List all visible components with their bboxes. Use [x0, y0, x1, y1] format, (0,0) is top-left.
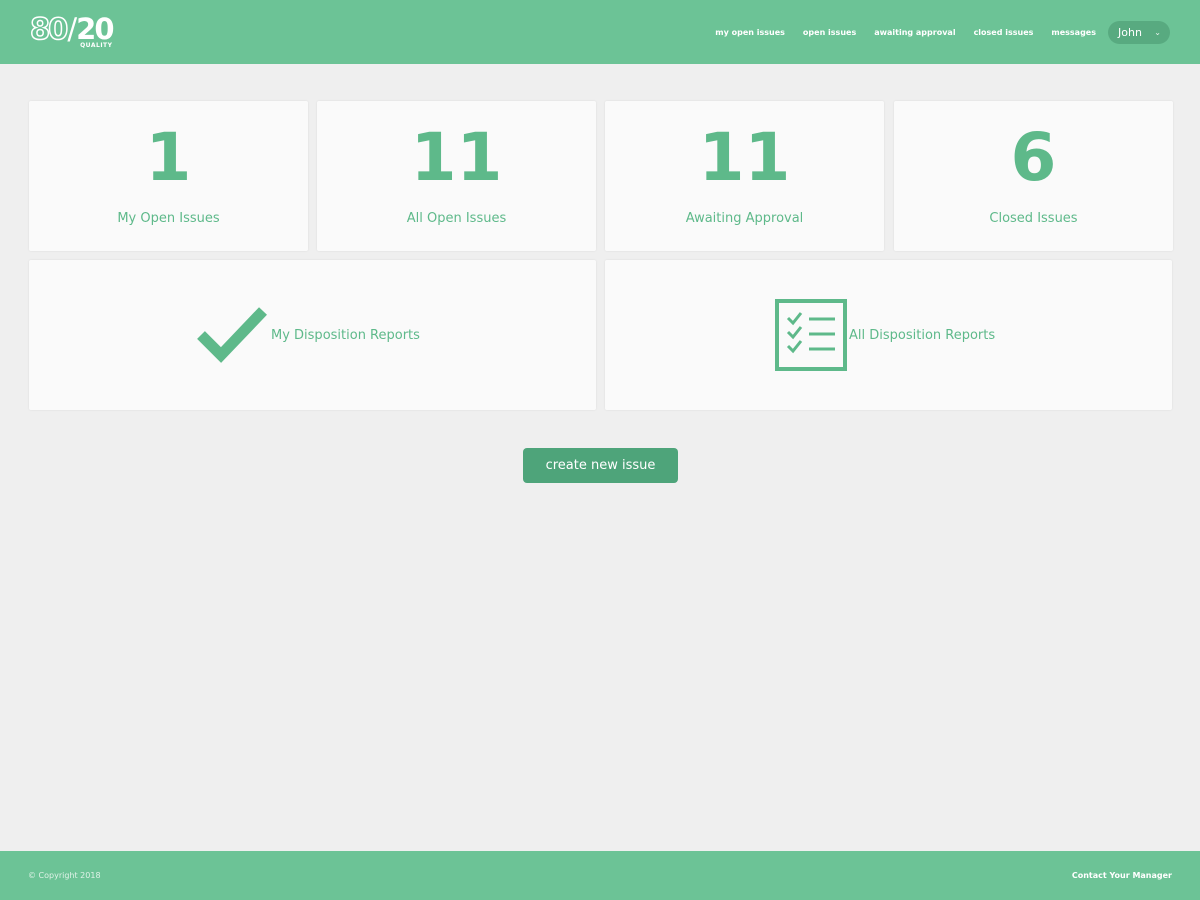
- stat-card-my-open-issues[interactable]: 1 My Open Issues: [29, 101, 308, 251]
- report-card-all-disposition[interactable]: All Disposition Reports: [605, 260, 1172, 410]
- footer: © Copyright 2018 Contact Your Manager: [0, 851, 1200, 900]
- report-card-content: All Disposition Reports: [775, 260, 995, 410]
- report-card-my-disposition[interactable]: My Disposition Reports: [29, 260, 596, 410]
- stat-value: 1: [145, 119, 192, 196]
- copyright-text: © Copyright 2018: [28, 871, 101, 880]
- stat-value: 6: [1010, 119, 1057, 196]
- nav-messages[interactable]: messages: [1051, 28, 1096, 37]
- top-bar: 80/20 QUALITY my open issues open issues…: [0, 0, 1200, 64]
- user-menu-button[interactable]: John ⌄: [1108, 20, 1170, 44]
- contact-manager-link[interactable]: Contact Your Manager: [1072, 871, 1172, 880]
- nav-my-open-issues[interactable]: my open issues: [715, 28, 785, 37]
- stat-card-all-open-issues[interactable]: 11 All Open Issues: [317, 101, 596, 251]
- logo-twenty: 20: [76, 12, 114, 46]
- report-label: All Disposition Reports: [849, 327, 996, 343]
- stat-card-awaiting-approval[interactable]: 11 Awaiting Approval: [605, 101, 884, 251]
- logo-subtitle: QUALITY: [80, 42, 113, 49]
- user-name: John: [1118, 25, 1142, 39]
- report-card-content: My Disposition Reports: [197, 260, 420, 410]
- report-label: My Disposition Reports: [271, 327, 420, 343]
- checkmark-icon: [197, 307, 267, 363]
- stat-value: 11: [698, 119, 791, 196]
- main-nav: my open issues open issues awaiting appr…: [715, 20, 1170, 44]
- stat-value: 11: [410, 119, 503, 196]
- stat-label: Awaiting Approval: [685, 211, 804, 226]
- create-new-issue-button[interactable]: create new issue: [523, 448, 678, 483]
- nav-awaiting-approval[interactable]: awaiting approval: [874, 28, 955, 37]
- stat-card-closed-issues[interactable]: 6 Closed Issues: [894, 101, 1173, 251]
- stat-label: All Open Issues: [406, 211, 507, 226]
- brand-logo[interactable]: 80/20 QUALITY: [29, 12, 114, 49]
- logo-eighty: 80: [29, 12, 69, 46]
- nav-open-issues[interactable]: open issues: [803, 28, 856, 37]
- nav-closed-issues[interactable]: closed issues: [974, 28, 1034, 37]
- stat-label: Closed Issues: [989, 211, 1078, 226]
- chevron-down-icon: ⌄: [1154, 27, 1161, 37]
- stat-label: My Open Issues: [117, 211, 220, 226]
- logo-slash: /: [67, 12, 77, 46]
- checklist-icon: [775, 299, 847, 371]
- logo-wordmark: 80/20: [29, 12, 114, 46]
